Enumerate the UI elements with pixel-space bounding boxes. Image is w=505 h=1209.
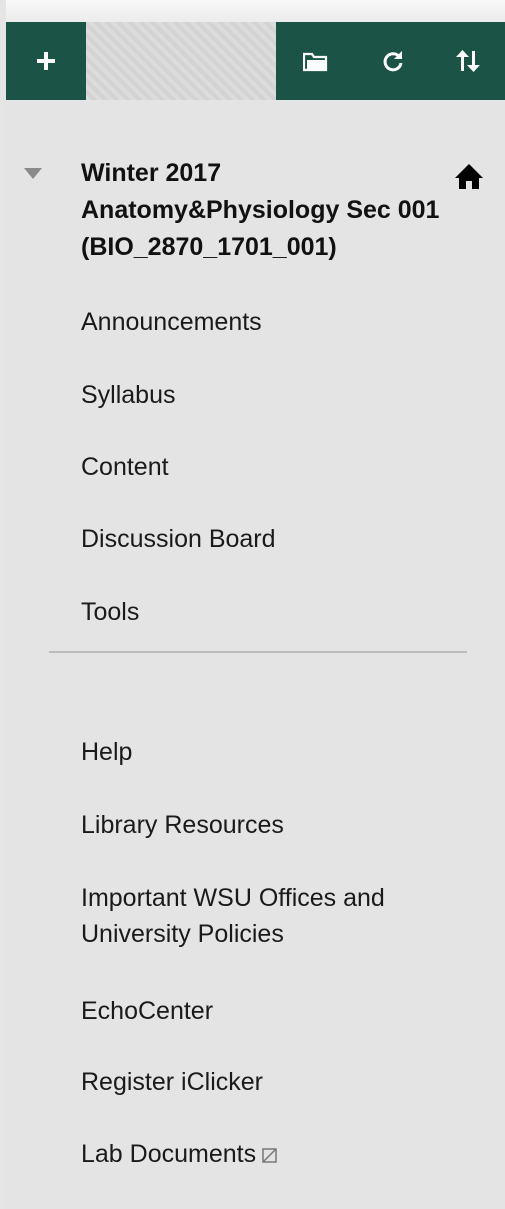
folder-view-button[interactable] xyxy=(276,22,356,100)
sort-icon xyxy=(455,50,480,72)
add-menu-item-button[interactable] xyxy=(6,22,86,100)
menu-item-announcements[interactable]: Announcements xyxy=(81,304,262,340)
reorder-button[interactable] xyxy=(430,22,505,100)
course-menu-panel: Winter 2017 Anatomy&Physiology Sec 001 (… xyxy=(6,0,505,1209)
menu-item-content[interactable]: Content xyxy=(81,449,169,485)
top-shadow xyxy=(6,0,505,22)
lab-documents-label: Lab Documents xyxy=(81,1140,257,1168)
hidden-from-students-icon xyxy=(262,1148,277,1163)
menu-item-register-iclicker[interactable]: Register iClicker xyxy=(81,1064,263,1100)
plus-icon xyxy=(37,52,55,70)
refresh-icon xyxy=(383,51,403,72)
menu-item-help[interactable]: Help xyxy=(81,734,132,770)
menu-item-lab-documents[interactable]: Lab Documents xyxy=(81,1136,277,1172)
menu-divider xyxy=(49,651,467,653)
menu-item-discussion-board[interactable]: Discussion Board xyxy=(81,521,276,557)
triangle-down-icon[interactable] xyxy=(24,168,42,179)
home-icon[interactable] xyxy=(454,161,484,191)
menu-item-library-resources[interactable]: Library Resources xyxy=(81,807,284,843)
course-menu-toolbar xyxy=(6,22,505,100)
folder-icon xyxy=(303,52,328,72)
menu-item-wsu-offices-policies[interactable]: Important WSU Offices and University Pol… xyxy=(81,880,481,952)
menu-item-syllabus[interactable]: Syllabus xyxy=(81,377,176,413)
course-title[interactable]: Winter 2017 Anatomy&Physiology Sec 001 (… xyxy=(81,155,461,266)
toolbar-spacer xyxy=(86,22,276,100)
menu-item-tools[interactable]: Tools xyxy=(81,594,139,630)
refresh-button[interactable] xyxy=(356,22,430,100)
menu-item-echocenter[interactable]: EchoCenter xyxy=(81,993,213,1029)
